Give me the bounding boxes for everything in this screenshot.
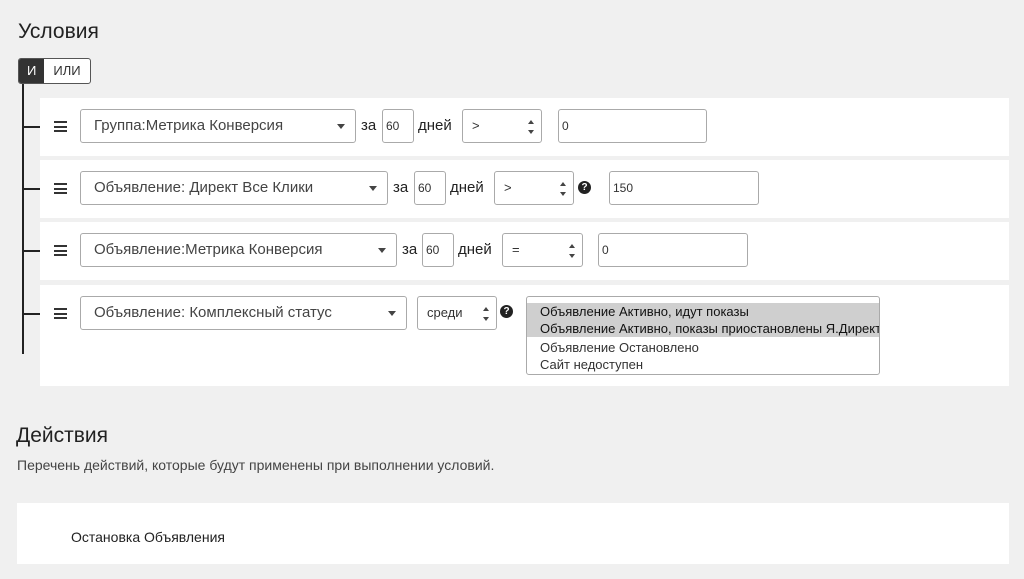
condition-row: Объявление:Метрика Конверсия за 60 дней … [40, 222, 1009, 280]
help-icon[interactable]: ? [578, 181, 591, 194]
operator-select[interactable]: = [502, 233, 583, 267]
days-input[interactable]: 60 [414, 171, 446, 205]
days-input[interactable]: 60 [382, 109, 414, 143]
days-label: дней [450, 179, 484, 196]
action-label: Остановка Объявления [71, 529, 225, 545]
status-multiselect[interactable]: Объявление Активно, идут показы Объявлен… [526, 296, 880, 375]
metric-select[interactable]: Объявление:Метрика Конверсия [80, 233, 397, 267]
metric-select-value: Группа:Метрика Конверсия [94, 117, 284, 134]
drag-handle-icon[interactable] [54, 121, 67, 132]
operator-select[interactable]: > [494, 171, 574, 205]
status-option[interactable]: Объявление Остановлено [527, 339, 879, 356]
status-option[interactable]: Объявление Активно, идут показы [527, 303, 879, 320]
metric-select-value: Объявление: Комплексный статус [94, 304, 332, 321]
chevron-down-icon [388, 311, 396, 316]
value-input[interactable]: 0 [558, 109, 707, 143]
logic-toggle: И ИЛИ [18, 58, 91, 84]
updown-arrows-icon [569, 244, 576, 258]
operator-select-value: среди [427, 305, 463, 320]
rule-editor: Условия И ИЛИ Группа:Метрика Конверсия з… [0, 0, 1024, 579]
metric-select-value: Объявление:Метрика Конверсия [94, 241, 323, 258]
condition-tree-branch [22, 188, 40, 190]
condition-row: Объявление: Комплексный статус среди ? О… [40, 285, 1009, 386]
conditions-title: Условия [18, 20, 99, 43]
drag-handle-icon[interactable] [54, 245, 67, 256]
chevron-down-icon [369, 186, 377, 191]
updown-arrows-icon [560, 182, 567, 196]
period-prefix-label: за [393, 179, 409, 196]
condition-row: Объявление: Директ Все Клики за 60 дней … [40, 160, 1009, 218]
condition-tree-branch [22, 313, 40, 315]
value-input[interactable]: 0 [598, 233, 748, 267]
metric-select[interactable]: Объявление: Комплексный статус [80, 296, 407, 330]
chevron-down-icon [378, 248, 386, 253]
drag-handle-icon[interactable] [54, 183, 67, 194]
actions-description: Перечень действий, которые будут примене… [17, 457, 495, 473]
actions-title: Действия [16, 424, 109, 447]
status-option[interactable]: Сайт недоступен [527, 356, 879, 373]
days-label: дней [418, 117, 452, 134]
metric-select-value: Объявление: Директ Все Клики [94, 179, 314, 196]
value-input[interactable]: 150 [609, 171, 759, 205]
updown-arrows-icon [528, 120, 535, 134]
chevron-down-icon [337, 124, 345, 129]
status-option[interactable]: Объявление Активно, показы приостановлен… [527, 320, 879, 337]
operator-select[interactable]: среди [417, 296, 497, 330]
condition-tree-branch [22, 126, 40, 128]
metric-select[interactable]: Объявление: Директ Все Клики [80, 171, 388, 205]
metric-select[interactable]: Группа:Метрика Конверсия [80, 109, 356, 143]
logic-or-button[interactable]: ИЛИ [44, 59, 89, 83]
updown-arrows-icon [483, 307, 490, 321]
operator-select[interactable]: > [462, 109, 542, 143]
days-label: дней [458, 241, 492, 258]
operator-select-value: = [512, 242, 520, 257]
condition-row: Группа:Метрика Конверсия за 60 дней > 0 [40, 98, 1009, 156]
condition-tree-branch [22, 250, 40, 252]
period-prefix-label: за [361, 117, 377, 134]
action-item[interactable]: Остановка Объявления [17, 503, 1009, 564]
help-icon[interactable]: ? [500, 305, 513, 318]
drag-handle-icon[interactable] [54, 308, 67, 319]
operator-select-value: > [504, 180, 512, 195]
days-input[interactable]: 60 [422, 233, 454, 267]
period-prefix-label: за [402, 241, 418, 258]
logic-and-button[interactable]: И [19, 59, 45, 83]
operator-select-value: > [472, 118, 480, 133]
